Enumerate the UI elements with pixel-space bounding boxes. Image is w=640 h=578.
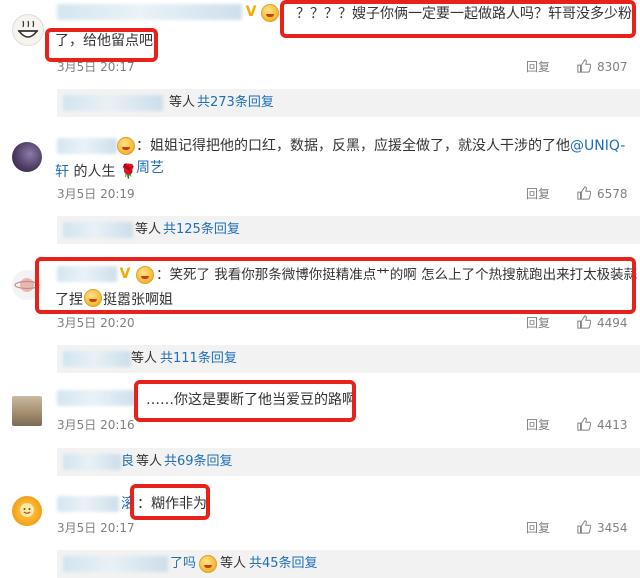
highlight-box	[280, 0, 636, 38]
comment-text-continued: 轩 的人生 🌹	[55, 161, 625, 183]
like-button[interactable]: 4413	[577, 417, 628, 433]
emoji-face-icon	[117, 137, 135, 155]
comment-text-main: ：姐姐记得把他的口红，数据，反黑，应援全做了，就没人干涉的了他	[136, 138, 570, 154]
blurred-reply-names	[63, 222, 133, 238]
sub-replies-name-tail[interactable]: 良	[121, 454, 134, 470]
rose-emoji: 🌹	[119, 164, 138, 180]
sub-replies-summary: 等人	[135, 222, 162, 237]
comment-time: 3月5日 20:17	[57, 521, 135, 535]
sun-flower-avatar[interactable]	[12, 496, 42, 526]
like-count: 3454	[597, 521, 628, 535]
thumbs-up-icon	[577, 315, 591, 329]
reply-button[interactable]: 回复	[526, 186, 550, 202]
sub-replies-box[interactable]: 等人 共125条回复	[57, 216, 640, 244]
comment-time: 3月5日 20:20	[57, 316, 135, 330]
sub-replies-count-link[interactable]: 共69条回复	[164, 454, 233, 470]
thumbs-up-icon	[577, 520, 591, 534]
blurred-username	[57, 496, 119, 512]
blurred-reply-names	[63, 351, 131, 367]
like-count: 8307	[597, 60, 628, 74]
bookshelf-avatar[interactable]	[12, 396, 42, 426]
like-button[interactable]: 4494	[577, 315, 628, 331]
sub-replies-box[interactable]: 等人 共273条回复	[57, 89, 640, 117]
reply-button[interactable]: 回复	[526, 520, 550, 536]
rice-bowl-avatar[interactable]	[12, 14, 44, 46]
reply-button[interactable]: 回复	[526, 59, 550, 75]
like-button[interactable]: 3454	[577, 520, 628, 536]
thumbs-up-icon	[577, 186, 591, 200]
like-button[interactable]: 6578	[577, 186, 628, 202]
sub-replies-box[interactable]: 了吗 等人 共45条回复	[57, 550, 640, 578]
highlight-box	[35, 257, 636, 314]
emoji-face-icon	[261, 4, 279, 22]
sub-replies-summary: 等人	[131, 351, 158, 366]
reply-button[interactable]: 回复	[526, 315, 550, 331]
sub-replies-box[interactable]: 等人 共111条回复	[57, 345, 640, 373]
reply-button[interactable]: 回复	[526, 417, 550, 433]
thumbs-up-icon	[577, 417, 591, 431]
rice-bowl-icon	[17, 20, 39, 38]
blurred-username	[57, 4, 242, 20]
comment-text-tail: 的人生	[69, 164, 116, 180]
sub-replies-box[interactable]: 良 等人 共69条回复	[57, 448, 640, 476]
verified-v-icon: V	[245, 4, 257, 20]
like-button[interactable]: 8307	[577, 59, 628, 75]
sub-replies-summary: 等人	[136, 454, 163, 469]
highlight-box	[130, 484, 210, 520]
purple-moon-avatar[interactable]	[12, 142, 42, 172]
blurred-reply-names	[63, 454, 121, 470]
comment-time: 3月5日 20:19	[57, 187, 135, 201]
comment-time: 3月5日 20:16	[57, 418, 135, 432]
thumbs-up-icon	[577, 59, 591, 73]
blurred-username	[57, 138, 117, 154]
like-count: 4494	[597, 316, 628, 330]
like-count: 4413	[597, 418, 628, 432]
highlight-box	[134, 380, 356, 422]
like-count: 6578	[597, 187, 628, 201]
sun-face-icon	[20, 503, 34, 517]
mention-link-continued[interactable]: 轩	[55, 164, 69, 180]
sub-replies-count-link[interactable]: 共111条回复	[160, 351, 237, 367]
sub-replies-count-link[interactable]: 共125条回复	[163, 222, 240, 238]
sub-replies-summary: 等人	[169, 95, 196, 110]
blurred-username	[57, 390, 137, 406]
highlight-box	[45, 28, 158, 62]
blurred-reply-names	[63, 95, 163, 111]
emoji-face-icon	[199, 555, 217, 573]
sub-replies-count-link[interactable]: 共273条回复	[197, 95, 274, 111]
